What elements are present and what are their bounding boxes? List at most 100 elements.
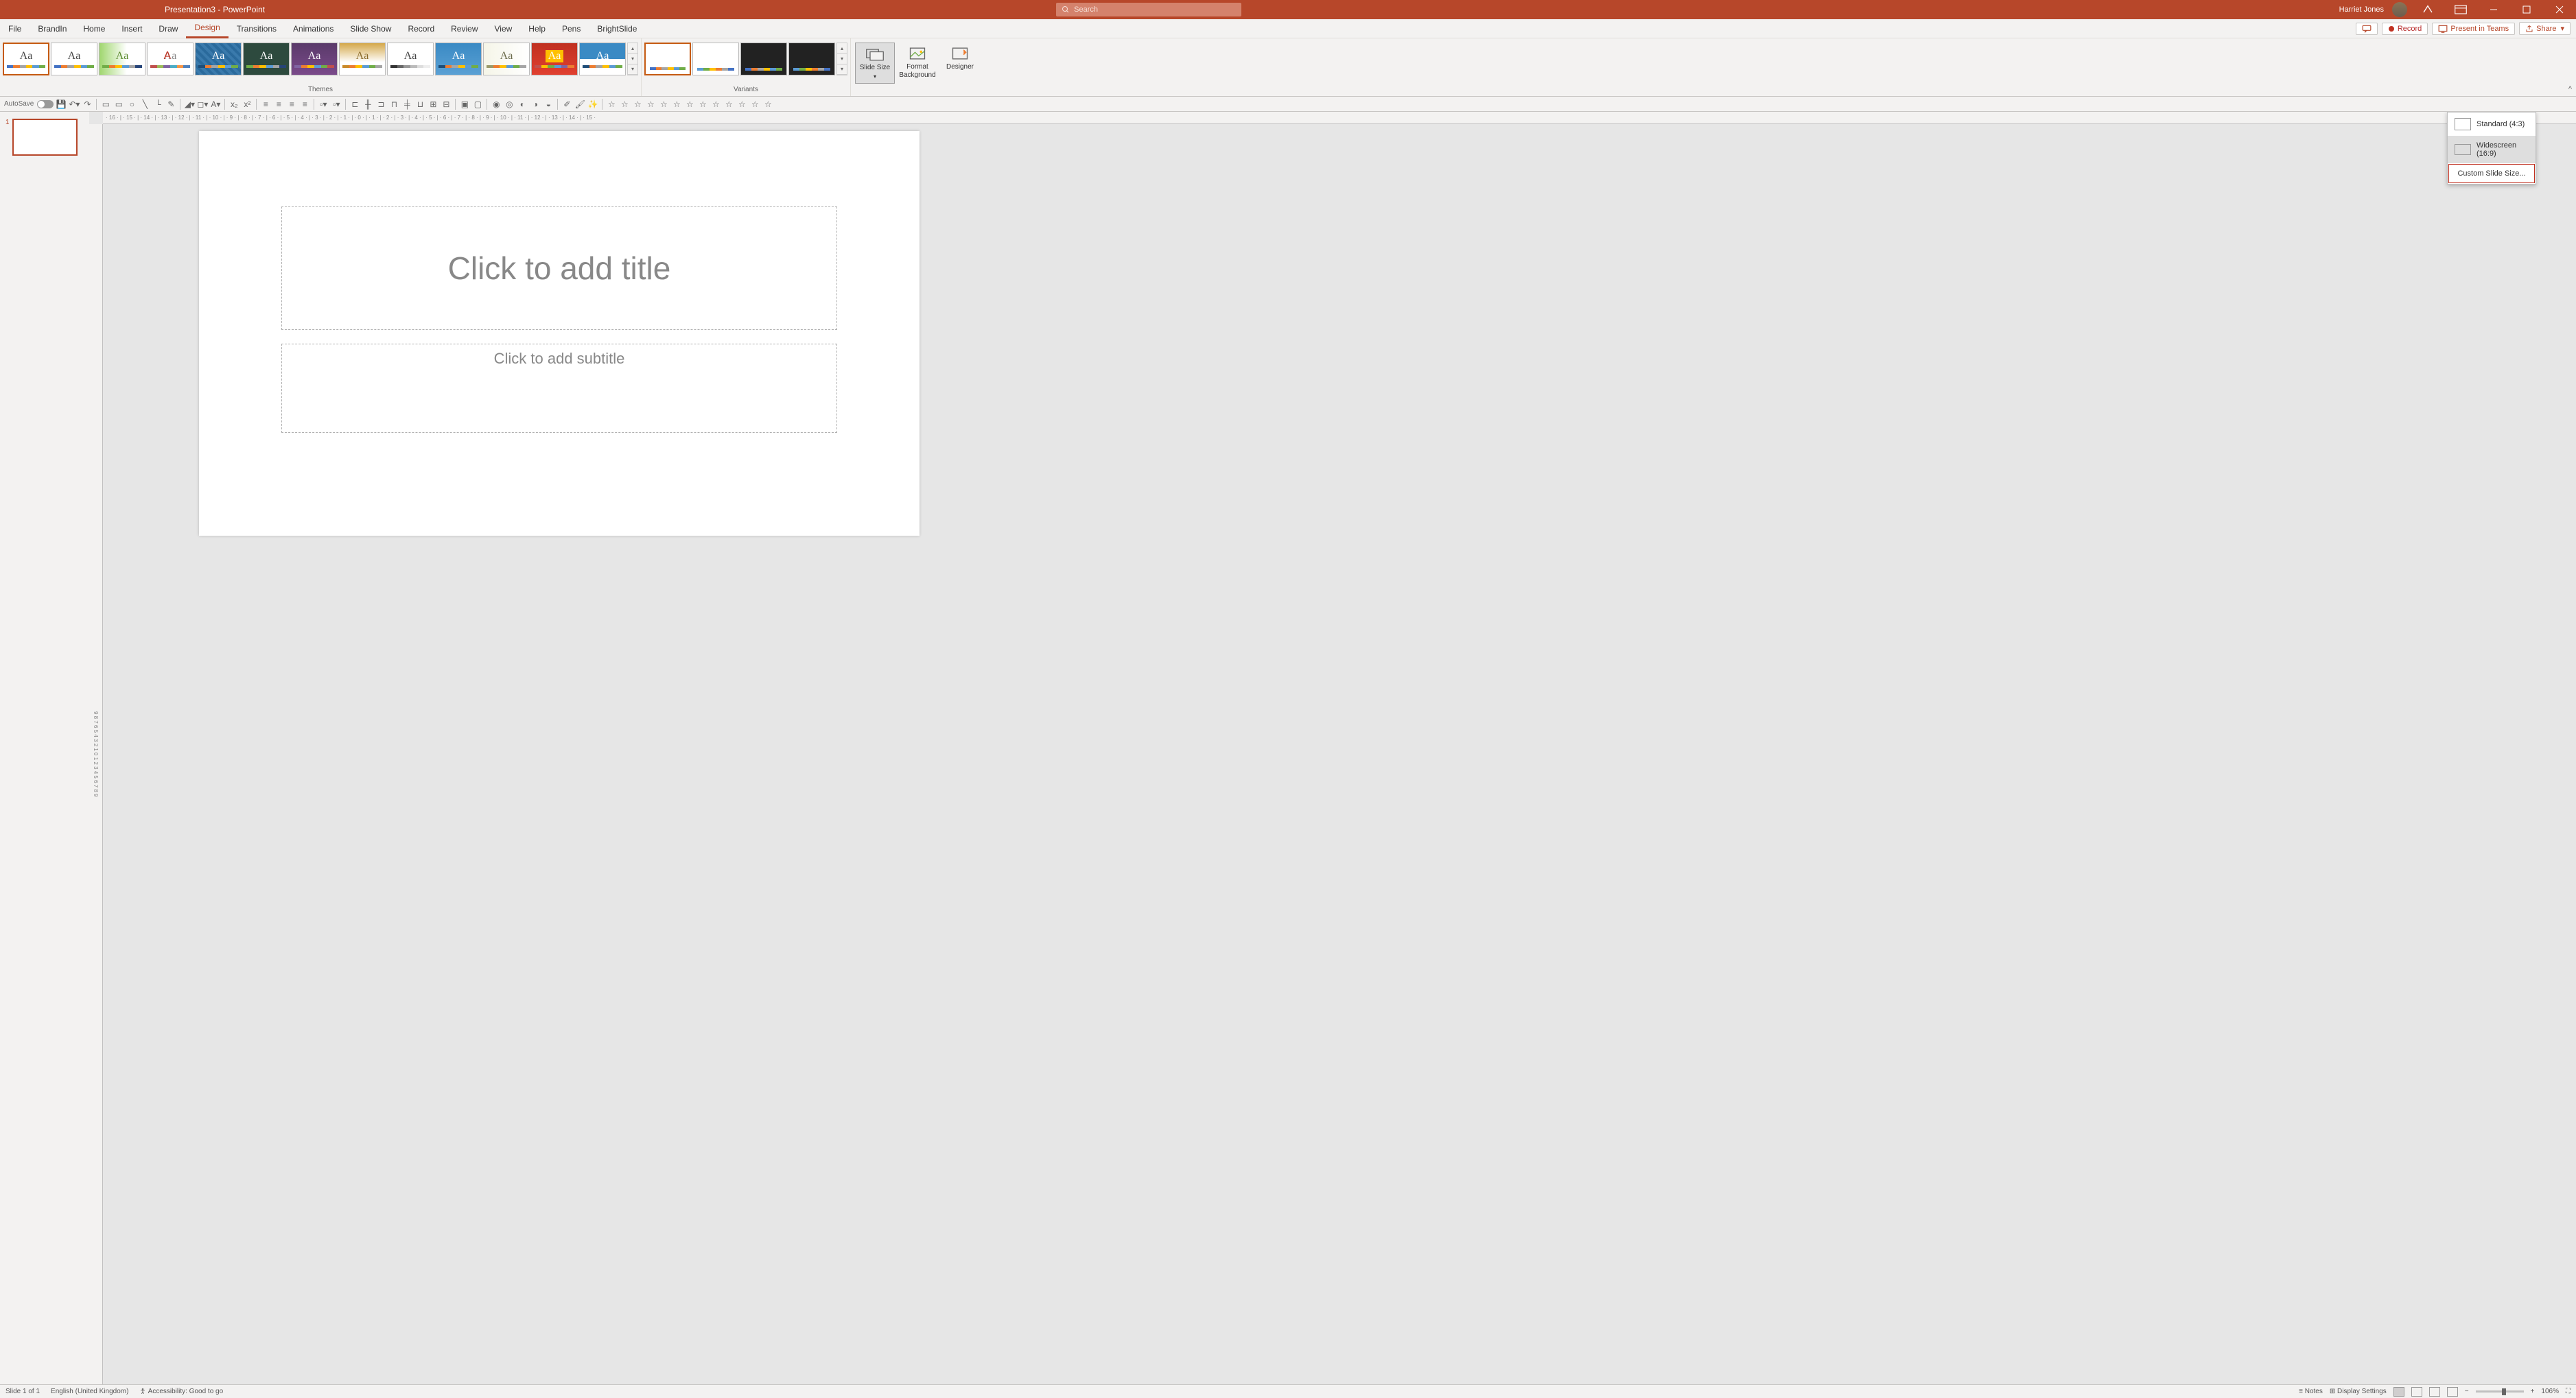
tab-review[interactable]: Review <box>443 19 486 38</box>
comments-button[interactable] <box>2356 23 2378 35</box>
align-objects-middle-icon[interactable]: ╪ <box>401 99 412 110</box>
bring-forward-icon[interactable]: ▫▾ <box>318 99 329 110</box>
star-icon[interactable]: ☆ <box>697 99 708 110</box>
theme-5[interactable]: Aa <box>195 43 242 75</box>
tab-draw[interactable]: Draw <box>150 19 186 38</box>
merge-fragment-icon[interactable]: ◐ <box>517 99 528 110</box>
status-slide[interactable]: Slide 1 of 1 <box>5 1388 40 1395</box>
present-teams-button[interactable]: Present in Teams <box>2432 23 2515 35</box>
tab-record[interactable]: Record <box>399 19 443 38</box>
status-accessibility[interactable]: Accessibility: Good to go <box>139 1388 223 1395</box>
theme-11[interactable]: Aa <box>483 43 530 75</box>
theme-2[interactable]: Aa <box>51 43 97 75</box>
eyedropper-icon[interactable]: ✐ <box>561 99 572 110</box>
variant-3[interactable] <box>740 43 787 75</box>
align-center-icon[interactable]: ≡ <box>273 99 284 110</box>
status-language[interactable]: English (United Kingdom) <box>51 1388 128 1395</box>
designer-button[interactable]: Designer <box>940 43 980 84</box>
theme-4[interactable]: AaAa <box>147 43 194 75</box>
slideshow-view-icon[interactable] <box>2447 1387 2458 1397</box>
merge-combine-icon[interactable]: ◎ <box>504 99 515 110</box>
share-button[interactable]: Share▾ <box>2519 22 2571 35</box>
reading-view-icon[interactable] <box>2429 1387 2440 1397</box>
close-button[interactable] <box>2547 0 2572 19</box>
star-icon[interactable]: ☆ <box>671 99 682 110</box>
align-left-icon[interactable]: ≡ <box>260 99 271 110</box>
normal-view-icon[interactable] <box>2393 1387 2404 1397</box>
textbox-icon[interactable]: ▭ <box>100 99 111 110</box>
avatar[interactable] <box>2392 2 2407 17</box>
scroll-down-icon[interactable]: ▾ <box>628 54 637 64</box>
theme-13[interactable]: Aa <box>579 43 626 75</box>
star-icon[interactable]: ☆ <box>606 99 617 110</box>
minimize-button[interactable] <box>2481 0 2506 19</box>
title-placeholder[interactable]: Click to add title <box>281 206 837 330</box>
ungroup-icon[interactable]: ▢ <box>472 99 483 110</box>
tab-animations[interactable]: Animations <box>285 19 342 38</box>
tab-home[interactable]: Home <box>75 19 113 38</box>
tab-design[interactable]: Design <box>186 19 228 38</box>
group-icon[interactable]: ▣ <box>459 99 470 110</box>
slidesize-custom[interactable]: Custom Slide Size... <box>2448 164 2535 183</box>
scroll-up-icon[interactable]: ▴ <box>837 43 847 54</box>
fit-view-icon[interactable]: ⛶ <box>2566 1388 2571 1395</box>
maximize-button[interactable] <box>2514 0 2539 19</box>
distribute-horiz-icon[interactable]: ⊞ <box>428 99 438 110</box>
star-icon[interactable]: ☆ <box>645 99 656 110</box>
theme-8[interactable]: Aa <box>339 43 386 75</box>
distribute-vert-icon[interactable]: ⊟ <box>441 99 452 110</box>
zoom-out-icon[interactable]: − <box>2465 1388 2469 1395</box>
star-icon[interactable]: ☆ <box>684 99 695 110</box>
zoom-level[interactable]: 106% <box>2541 1388 2559 1395</box>
coming-soon-icon[interactable] <box>2415 0 2440 19</box>
slide-size-button[interactable]: Slide Size ▾ <box>855 43 895 84</box>
send-backward-icon[interactable]: ▫▾ <box>331 99 342 110</box>
format-painter-icon[interactable]: 🖌 <box>574 99 585 110</box>
variant-2[interactable] <box>692 43 739 75</box>
tab-view[interactable]: View <box>487 19 521 38</box>
star-icon[interactable]: ☆ <box>749 99 760 110</box>
gallery-more-icon[interactable]: ▾ <box>837 64 847 75</box>
star-icon[interactable]: ☆ <box>632 99 643 110</box>
align-objects-bottom-icon[interactable]: ⊔ <box>414 99 425 110</box>
variants-scroll[interactable]: ▴▾▾ <box>836 43 847 75</box>
align-objects-top-icon[interactable]: ⊓ <box>388 99 399 110</box>
animation-painter-icon[interactable]: ✨ <box>587 99 598 110</box>
tab-slideshow[interactable]: Slide Show <box>342 19 399 38</box>
collapse-ribbon-icon[interactable]: ^ <box>2568 85 2572 93</box>
subscript-icon[interactable]: x₂ <box>229 99 239 110</box>
theme-office[interactable]: Aa <box>3 43 49 75</box>
display-settings-button[interactable]: ⊞ Display Settings <box>2330 1388 2387 1395</box>
align-right-icon[interactable]: ≡ <box>286 99 297 110</box>
align-objects-center-icon[interactable]: ╫ <box>362 99 373 110</box>
theme-6[interactable]: Aa <box>243 43 290 75</box>
merge-intersect-icon[interactable]: ◑ <box>530 99 541 110</box>
rectangle-icon[interactable]: ▭ <box>113 99 124 110</box>
scroll-up-icon[interactable]: ▴ <box>628 43 637 54</box>
line-icon[interactable]: ╲ <box>139 99 150 110</box>
connector-icon[interactable]: └ <box>152 99 163 110</box>
merge-subtract-icon[interactable]: ◒ <box>543 99 554 110</box>
tab-insert[interactable]: Insert <box>113 19 150 38</box>
star-icon[interactable]: ☆ <box>723 99 734 110</box>
star-icon[interactable]: ☆ <box>658 99 669 110</box>
zoom-slider[interactable] <box>2476 1390 2524 1393</box>
tab-brightslide[interactable]: BrightSlide <box>589 19 645 38</box>
theme-12[interactable]: Aa <box>531 43 578 75</box>
merge-union-icon[interactable]: ◉ <box>491 99 502 110</box>
oval-icon[interactable]: ○ <box>126 99 137 110</box>
shape-outline-icon[interactable]: ◻▾ <box>197 99 208 110</box>
record-button[interactable]: Record <box>2382 23 2428 35</box>
slidesize-standard[interactable]: Standard (4:3) <box>2448 112 2536 136</box>
ribbon-mode-icon[interactable] <box>2448 0 2473 19</box>
slide-thumb-image[interactable] <box>12 119 78 156</box>
undo-icon[interactable]: ↶▾ <box>69 99 80 110</box>
search-box[interactable]: Search <box>1056 3 1241 16</box>
user-name[interactable]: Harriet Jones <box>2339 5 2384 14</box>
subtitle-placeholder[interactable]: Click to add subtitle <box>281 344 837 433</box>
slide-thumb[interactable]: 1 <box>5 119 84 156</box>
freeform-icon[interactable]: ✎ <box>165 99 176 110</box>
zoom-in-icon[interactable]: + <box>2531 1388 2535 1395</box>
theme-9[interactable]: Aa <box>387 43 434 75</box>
notes-button[interactable]: ≡ Notes <box>2299 1388 2323 1395</box>
